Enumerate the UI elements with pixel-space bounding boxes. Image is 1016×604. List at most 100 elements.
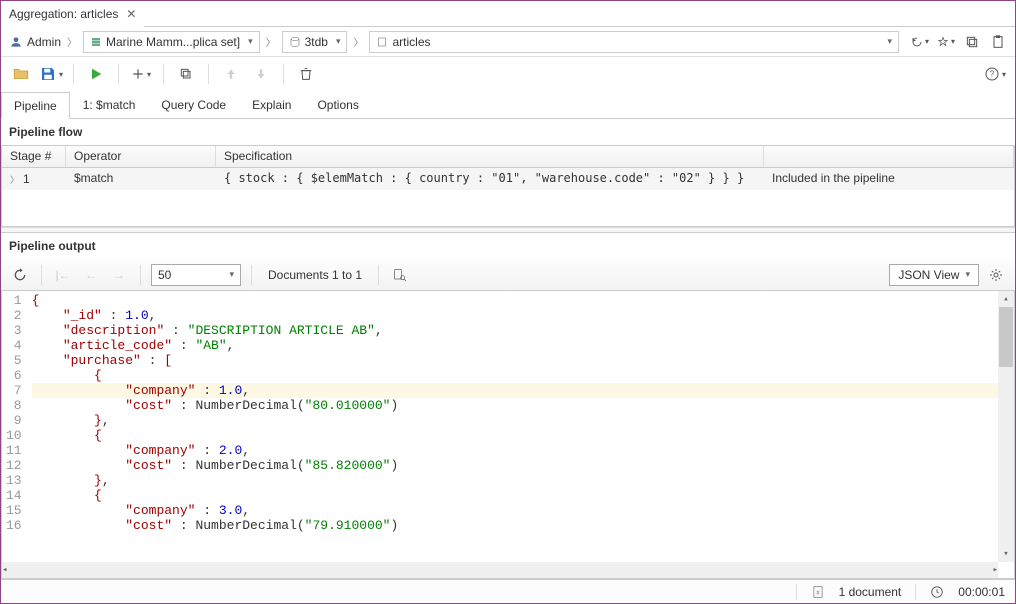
horizontal-scrollbar[interactable]: ◂ ▸ [2,562,998,578]
page-size-dropdown[interactable]: 50 ▾ [151,264,241,286]
save-button[interactable]: ▾ [39,62,63,86]
elapsed-time: 00:00:01 [958,585,1005,599]
chevron-right-icon: 〉 [65,34,79,49]
move-up-button[interactable] [219,62,243,86]
clock-icon [930,585,944,599]
prev-page-button[interactable]: ← [80,264,102,286]
col-stage[interactable]: Stage # [2,146,66,167]
next-page-button[interactable]: → [108,264,130,286]
separator [41,265,42,285]
first-page-button[interactable]: |← [52,264,74,286]
col-included[interactable] [764,146,1014,167]
cluster-label: Marine Mamm...plica set] [106,35,240,49]
col-specification[interactable]: Specification [216,146,764,167]
user-icon [9,35,23,49]
pipeline-table: Stage # Operator Specification 〉 1 $matc… [1,145,1015,227]
history-button[interactable]: ▾ [911,33,929,51]
view-mode-dropdown[interactable]: JSON View ▾ [889,264,979,286]
separator [283,64,284,84]
chevron-down-icon: ▾ [147,70,151,79]
duplicate-button[interactable] [174,62,198,86]
refresh-button[interactable] [9,264,31,286]
page-size-value: 50 [158,268,171,282]
tab-explain[interactable]: Explain [239,91,304,118]
view-mode-label: JSON View [898,268,959,282]
chevron-down-icon: ▾ [336,36,341,47]
document-tab-bar: Aggregation: articles ✕ [1,1,1015,27]
separator [378,265,379,285]
database-label: 3tdb [305,35,328,49]
separator [73,64,74,84]
chevron-down-icon: ▾ [1002,70,1006,79]
vertical-scrollbar[interactable]: ▴ ▾ [998,291,1014,562]
json-output[interactable]: 12345678910111213141516 { "_id" : 1.0, "… [1,291,1015,579]
document-tab-title: Aggregation: articles [9,7,118,21]
tab-match[interactable]: 1: $match [70,91,149,118]
scroll-thumb[interactable] [999,307,1013,367]
scroll-down-icon[interactable]: ▾ [998,546,1014,562]
stage-included: Included in the pipeline [764,168,1014,190]
collection-icon [376,36,388,48]
document-count: 1 document [839,585,902,599]
status-bar: # 1 document 00:00:01 [1,579,1015,603]
breadcrumb: Admin 〉 Marine Mamm...plica set] ▾ 〉 3td… [1,27,1015,57]
add-stage-button[interactable]: ▾ [129,62,153,86]
document-tab[interactable]: Aggregation: articles ✕ [1,1,144,27]
chevron-down-icon: ▾ [59,70,63,79]
copy-button[interactable] [963,33,981,51]
pipeline-row[interactable]: 〉 1 $match { stock : { $elemMatch : { co… [2,168,1014,190]
stage-operator: $match [66,168,216,190]
svg-text:?: ? [990,70,995,79]
tab-options[interactable]: Options [304,91,371,118]
separator [163,64,164,84]
settings-button[interactable] [985,264,1007,286]
collection-label: articles [392,35,430,49]
pipeline-output-title: Pipeline output [1,233,1015,259]
output-toolbar: |← ← → 50 ▾ Documents 1 to 1 JSON View ▾ [1,259,1015,291]
paste-button[interactable] [989,33,1007,51]
pipeline-empty-area [2,190,1014,226]
stage-number: 1 [23,172,30,186]
scroll-up-icon[interactable]: ▴ [998,291,1014,307]
database-icon [289,36,301,48]
chevron-down-icon: ▾ [248,36,253,47]
code-content[interactable]: { "_id" : 1.0, "description" : "DESCRIPT… [28,291,1014,578]
close-icon[interactable]: ✕ [126,7,136,21]
main-toolbar: ▾ ▾ ? ▾ [1,57,1015,91]
chevron-right-icon[interactable]: 〉 [10,173,19,186]
breadcrumb-user: Admin [27,35,61,49]
separator [208,64,209,84]
separator [796,584,797,600]
chevron-right-icon: 〉 [264,34,278,49]
stage-spec: { stock : { $elemMatch : { country : "01… [216,168,764,190]
open-button[interactable] [9,62,33,86]
svg-text:#: # [816,590,820,596]
favorite-button[interactable]: ▾ [937,33,955,51]
collection-dropdown[interactable]: articles ▾ [369,31,899,53]
separator [251,265,252,285]
chevron-down-icon: ▾ [229,269,234,280]
chevron-down-icon: ▾ [951,37,955,46]
separator [915,584,916,600]
scroll-right-icon[interactable]: ▸ [993,562,998,578]
tab-pipeline[interactable]: Pipeline [1,92,70,119]
pipeline-flow-title: Pipeline flow [1,119,1015,145]
chevron-down-icon: ▾ [887,36,892,47]
col-operator[interactable]: Operator [66,146,216,167]
tab-query-code[interactable]: Query Code [148,91,239,118]
database-dropdown[interactable]: 3tdb ▾ [282,31,348,53]
move-down-button[interactable] [249,62,273,86]
find-button[interactable] [389,264,411,286]
chevron-down-icon: ▾ [925,37,929,46]
line-gutter: 12345678910111213141516 [2,291,28,578]
pipeline-header-row: Stage # Operator Specification [2,146,1014,168]
chevron-right-icon: 〉 [351,34,365,49]
separator [118,64,119,84]
document-range: Documents 1 to 1 [262,268,368,282]
delete-button[interactable] [294,62,318,86]
run-button[interactable] [84,62,108,86]
help-button[interactable]: ? ▾ [983,62,1007,86]
cluster-dropdown[interactable]: Marine Mamm...plica set] ▾ [83,31,260,53]
document-count-icon: # [811,585,825,599]
separator [140,265,141,285]
